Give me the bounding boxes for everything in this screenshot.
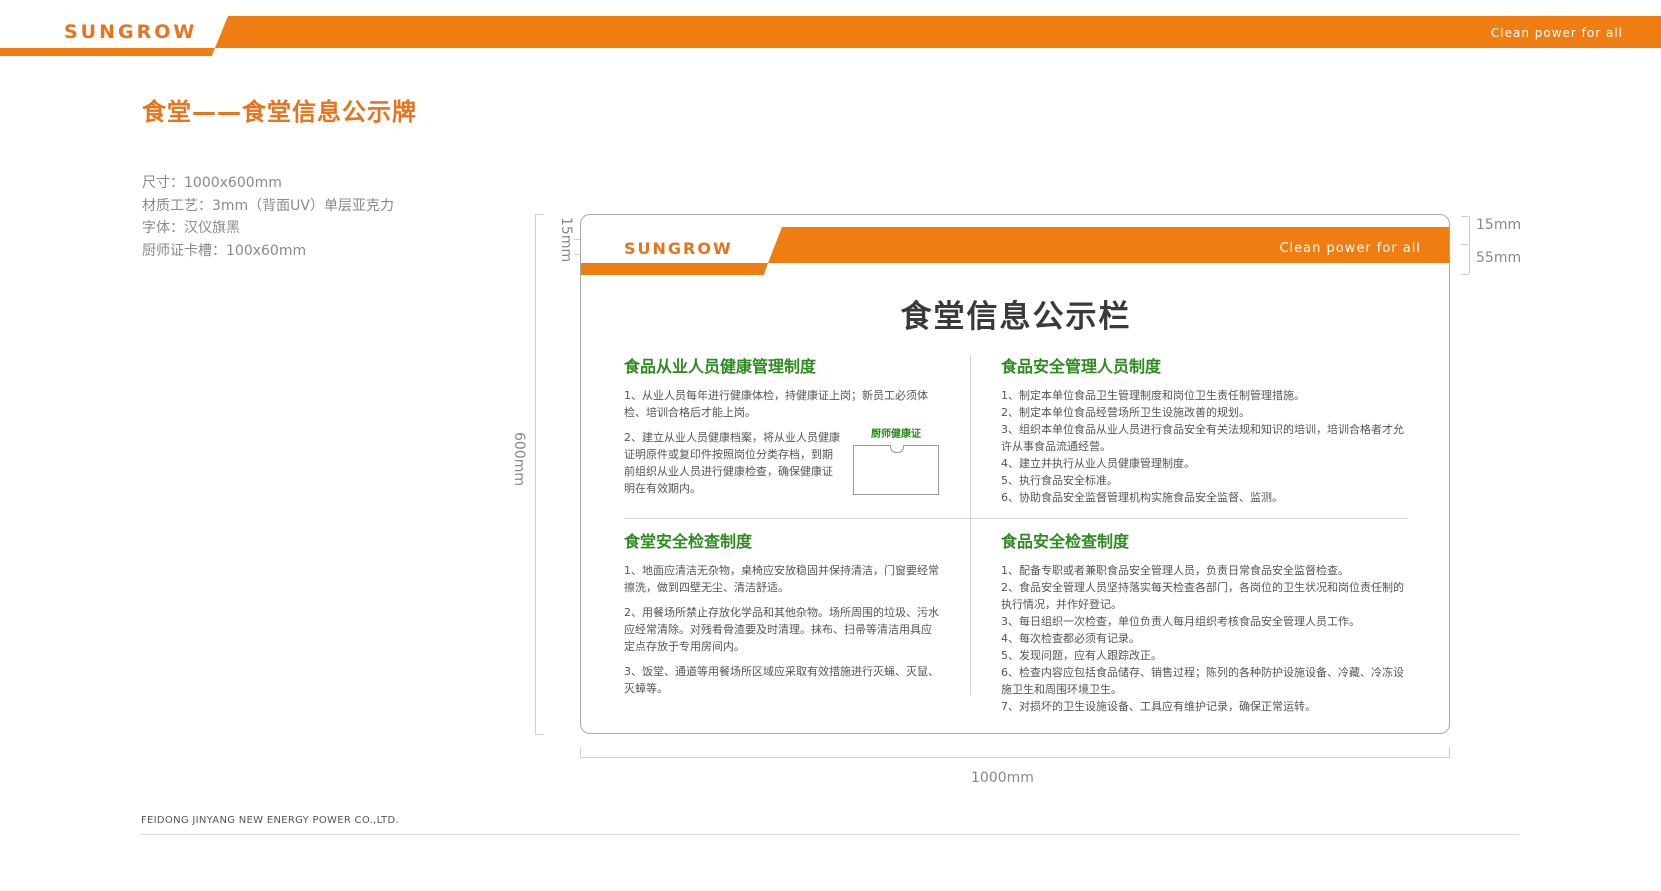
section-item: 4、建立并执行从业人员健康管理制度。 xyxy=(1001,457,1195,470)
section-item: 1、从业人员每年进行健康体检，持健康证上岗；新员工必须体检、培训合格后才能上岗。 xyxy=(624,389,928,419)
section-item: 6、检查内容应包括食品储存、销售过程；陈列的各种防护设施设备、冷藏、冷冻设施卫生… xyxy=(1001,666,1404,696)
board-sungrow-logo: SUNGROW xyxy=(624,239,733,258)
right-bracket-line xyxy=(1469,216,1470,274)
right-band-dimension-label: 55mm xyxy=(1476,250,1522,266)
section-item: 5、发现问题，应有人跟踪改正。 xyxy=(1001,649,1162,662)
section-title: 食品从业人员健康管理制度 xyxy=(624,357,817,376)
spec-list: 尺寸：1000x600mm 材质工艺：3mm（背面UV）单层亚克力 字体：汉仪旗… xyxy=(142,172,394,262)
right-bracket-tick-mid xyxy=(1461,244,1469,245)
section-item: 5、执行食品安全标准。 xyxy=(1001,474,1118,487)
board-title: 食堂信息公示栏 xyxy=(900,299,1132,335)
right-top-dimension-label: 15mm xyxy=(1476,217,1522,233)
spec-font: 字体：汉仪旗黑 xyxy=(142,220,240,236)
top-margin-dimension-label: 15mm xyxy=(558,217,574,263)
section-title: 食品安全检查制度 xyxy=(1001,532,1130,551)
right-bracket-tick-top xyxy=(1461,216,1469,217)
chef-card-label: 厨师健康证 xyxy=(871,429,921,440)
header-slogan: Clean power for all xyxy=(1490,26,1623,40)
section-item: 2、用餐场所禁止存放化学品和其他杂物。场所周围的垃圾、污水应经常清除。对残肴骨渣… xyxy=(624,606,939,653)
width-dimension-tick-right xyxy=(1449,747,1450,757)
section-title: 食品安全管理人员制度 xyxy=(1001,357,1162,376)
section-item: 2、制定本单位食品经营场所卫生设施改善的规划。 xyxy=(1001,406,1250,419)
width-dimension-line xyxy=(580,757,1450,758)
section-item: 1、制定本单位食品卫生管理制度和岗位卫生责任制管理措施。 xyxy=(1001,389,1305,402)
section-title: 食堂安全检查制度 xyxy=(624,532,753,551)
page-title: 食堂——食堂信息公示牌 xyxy=(142,98,417,126)
section-item: 1、地面应清洁无杂物，桌椅应安放稳固并保持清洁，门窗要经常擦洗，做到四壁无尘、清… xyxy=(624,564,939,594)
section-canteen-check: 食堂安全检查制度 1、地面应清洁无杂物，桌椅应安放稳固并保持清洁，门窗要经常擦洗… xyxy=(624,528,942,705)
section-item: 6、协助食品安全监督管理机构实施食品安全监督、监测。 xyxy=(1001,491,1283,504)
board-slogan: Clean power for all xyxy=(1279,241,1421,256)
section-item: 2、建立从业人员健康档案，将从业人员健康证明原件或复印件按照岗位分类存档，到期前… xyxy=(624,431,840,495)
sungrow-logo: SUNGROW xyxy=(64,21,198,43)
card-slot-notch xyxy=(890,445,904,453)
footer-company-name: FEIDONG JINYANG NEW ENERGY POWER CO.,LTD… xyxy=(141,815,399,826)
spec-size: 尺寸：1000x600mm xyxy=(142,175,282,191)
section-item: 2、食品安全管理人员坚持落实每天检查各部门，各岗位的卫生状况和岗位责任制的执行情… xyxy=(1001,581,1404,611)
section-safety-staff: 食品安全管理人员制度 1、制定本单位食品卫生管理制度和岗位卫生责任制管理措施。 … xyxy=(1001,353,1409,506)
section-item: 3、每日组织一次检查，单位负责人每月组织考核食品安全管理人员工作。 xyxy=(1001,615,1360,628)
top-banner xyxy=(0,0,1661,56)
section-item: 4、每次检查都必须有记录。 xyxy=(1001,632,1140,645)
width-dimension-label: 1000mm xyxy=(971,770,1034,786)
footer-divider xyxy=(141,834,1519,835)
height-dimension-tick-bottom xyxy=(535,734,543,735)
right-bracket-tick-bottom xyxy=(1461,274,1469,275)
section-item: 7、对损坏的卫生设施设备、工具应有维护记录，确保正常运转。 xyxy=(1001,700,1316,713)
section-item: 3、组织本单位食品从业人员进行食品安全有关法规和知识的培训，培训合格者才允许从事… xyxy=(1001,423,1404,453)
height-dimension-line xyxy=(535,214,536,734)
height-dimension-label: 600mm xyxy=(511,432,527,486)
canteen-info-board: SUNGROW Clean power for all 食堂信息公示栏 食品从业… xyxy=(580,214,1450,734)
width-dimension-tick-left xyxy=(580,747,581,757)
board-horizontal-divider xyxy=(624,518,1407,519)
height-dimension-tick-top xyxy=(535,214,543,215)
spec-card-slot: 厨师证卡槽：100x60mm xyxy=(142,242,307,259)
spec-material: 材质工艺：3mm（背面UV）单层亚克力 xyxy=(142,197,395,214)
section-item: 1、配备专职或者兼职食品安全管理人员，负责日常食品安全监督检查。 xyxy=(1001,564,1349,577)
chef-card-slot xyxy=(853,445,939,495)
section-food-check: 食品安全检查制度 1、配备专职或者兼职食品安全管理人员，负责日常食品安全监督检查… xyxy=(1001,528,1409,715)
section-item: 3、饭堂、通道等用餐场所区域应采取有效措施进行灭蝇、灭鼠、灭蟑等。 xyxy=(624,665,939,695)
board-vertical-divider xyxy=(970,355,971,695)
